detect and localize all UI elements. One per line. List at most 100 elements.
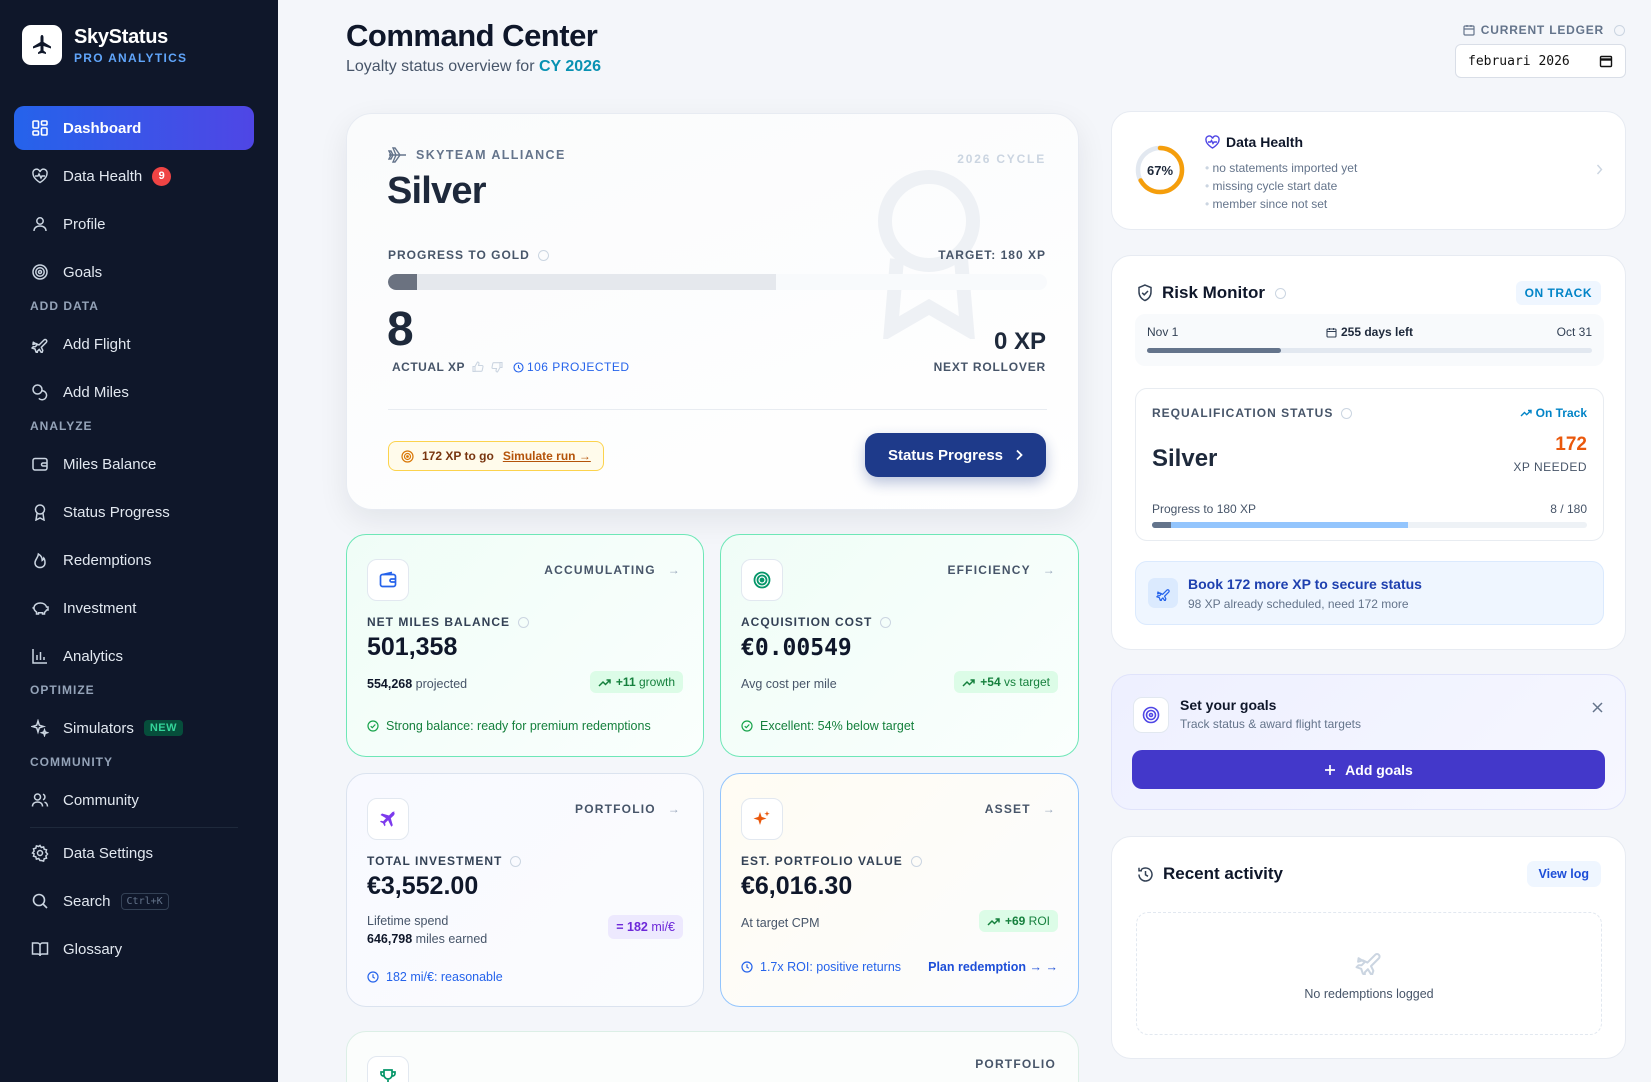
sidebar-item-add-miles[interactable]: Add Miles [14, 370, 254, 414]
sparkles-icon [30, 718, 50, 738]
sidebar-item-label: Glossary [63, 940, 123, 958]
sidebar-item-search[interactable]: Search Ctrl+K [14, 879, 254, 923]
on-track-badge: ON TRACK [1515, 281, 1601, 305]
req-status-text: On Track [1535, 406, 1587, 420]
sidebar-item-label: Profile [63, 215, 106, 233]
ledger-month-value: februari 2026 [1468, 53, 1570, 69]
req-progress-count: 8 / 180 [1550, 502, 1587, 516]
sidebar-item-goals[interactable]: Goals [14, 250, 254, 294]
target-icon [401, 449, 414, 463]
issue-text: missing cycle start date [1212, 179, 1338, 193]
sidebar-item-label: Status Progress [63, 503, 170, 521]
recent-activity-heading: Recent activity [1137, 864, 1283, 884]
portfolio-tag: PORTFOLIO [975, 1057, 1056, 1071]
trending-up-icon [1520, 409, 1532, 417]
goals-subtitle: Track status & award flight targets [1180, 717, 1361, 731]
book-icon [30, 939, 50, 959]
acquisition-cost-footer: Excellent: 54% below target [741, 719, 914, 733]
sidebar-item-label: Add Flight [63, 335, 131, 353]
portfolio-sub: At target CPM [741, 916, 820, 930]
sidebar-item-label: Analytics [63, 647, 124, 665]
gold-progress-bar [388, 274, 1047, 290]
trophy-icon [367, 1056, 409, 1082]
goals-title: Set your goals [1180, 697, 1277, 713]
add-goals-button[interactable]: Add goals [1132, 750, 1605, 789]
sidebar-item-miles-balance[interactable]: Miles Balance [14, 442, 254, 486]
status-progress-button[interactable]: Status Progress [865, 433, 1046, 477]
simulate-run-link[interactable]: Simulate run → [503, 449, 591, 463]
net-miles-card[interactable]: ACCUMULATING → NET MILES BALANCE 501,358 … [346, 534, 704, 757]
days-left: 255 days left [1135, 325, 1604, 339]
calendar-picker-icon[interactable] [1599, 54, 1613, 68]
search-shortcut: Ctrl+K [120, 892, 169, 910]
plan-redemption-text: Plan redemption → [928, 960, 1043, 974]
sidebar-item-data-health[interactable]: Data Health 9 [14, 154, 254, 198]
actual-xp-row: ACTUAL XP 106 PROJECTED [392, 360, 629, 374]
shield-icon [1137, 284, 1153, 302]
recent-activity-title: Recent activity [1163, 864, 1283, 883]
xp-to-go-text: 172 XP to go [422, 449, 494, 463]
asset-tag: ASSET → [985, 802, 1056, 816]
plane-logo-icon [22, 25, 62, 65]
label-text: ACQUISITION COST [741, 615, 873, 629]
alliance-label: SKYTEAM ALLIANCE [388, 146, 566, 164]
close-icon[interactable] [1592, 702, 1603, 713]
acquisition-cost-card[interactable]: EFFICIENCY → ACQUISITION COST €0.00549 Av… [720, 534, 1079, 757]
sidebar-item-redemptions[interactable]: Redemptions [14, 538, 254, 582]
user-icon [30, 214, 50, 234]
book-xp-callout[interactable]: Book 172 more XP to secure status 98 XP … [1135, 561, 1604, 625]
view-log-button[interactable]: View log [1526, 861, 1601, 887]
new-badge: NEW [143, 720, 184, 736]
sidebar-item-label: Redemptions [63, 551, 152, 569]
miles-earned-value: 646,798 [367, 932, 413, 946]
progress-label-text: PROGRESS TO GOLD [388, 248, 530, 262]
sidebar-item-label: Investment [63, 599, 137, 617]
brand[interactable]: SkyStatus PRO ANALYTICS [22, 25, 187, 65]
portfolio-value-card[interactable]: ASSET → EST. PORTFOLIO VALUE €6,016.30 At… [720, 773, 1079, 1007]
total-investment-label: TOTAL INVESTMENT [367, 854, 522, 868]
ledger-label: CURRENT LEDGER [1463, 23, 1625, 37]
thumbs-up-icon[interactable] [472, 361, 484, 373]
trending-up-icon [987, 917, 1000, 926]
sidebar-item-glossary[interactable]: Glossary [14, 927, 254, 971]
plan-redemption-link[interactable]: Plan redemption → → [928, 960, 1058, 974]
req-progress-text: Progress to 180 XP [1152, 502, 1257, 516]
ledger-month-input[interactable]: februari 2026 [1455, 44, 1626, 78]
plus-icon [1324, 764, 1336, 776]
nav-section-analyze: ANALYZE [30, 419, 93, 433]
sidebar-item-investment[interactable]: Investment [14, 586, 254, 630]
sidebar-item-community[interactable]: Community [14, 778, 254, 822]
accumulating-tag: ACCUMULATING → [544, 563, 681, 577]
vs-target-pill: +54 vs target [954, 671, 1058, 693]
target-icon [741, 559, 783, 601]
sidebar-item-label: Add Miles [63, 383, 129, 401]
sidebar-item-data-settings[interactable]: Data Settings [14, 831, 254, 875]
sidebar-item-status-progress[interactable]: Status Progress [14, 490, 254, 534]
growth-text: growth [638, 675, 675, 689]
clock-icon [367, 971, 379, 983]
risk-monitor-heading: Risk Monitor [1137, 283, 1286, 303]
clock-icon [741, 961, 753, 973]
sidebar-item-dashboard[interactable]: Dashboard [14, 106, 254, 150]
info-icon [1274, 287, 1286, 299]
miles-per-euro-unit: mi/€ [651, 920, 675, 934]
risk-monitor-title: Risk Monitor [1162, 283, 1265, 302]
total-investment-card[interactable]: PORTFOLIO → TOTAL INVESTMENT €3,552.00 Li… [346, 773, 704, 1007]
tag-text: EFFICIENCY [947, 563, 1031, 577]
sidebar-item-analytics[interactable]: Analytics [14, 634, 254, 678]
sidebar-item-add-flight[interactable]: Add Flight [14, 322, 254, 366]
label-text: NET MILES BALANCE [367, 615, 510, 629]
coins-icon [30, 382, 50, 402]
plane-icon [1148, 578, 1178, 608]
goals-card: Set your goals Track status & award flig… [1111, 674, 1626, 810]
sidebar-item-simulators[interactable]: Simulators NEW [14, 706, 254, 750]
thumbs-down-icon[interactable] [491, 361, 503, 373]
plane-icon [30, 334, 50, 354]
search-icon [30, 891, 50, 911]
sidebar-item-profile[interactable]: Profile [14, 202, 254, 246]
data-health-card[interactable]: 67% Data Health • no statements imported… [1111, 111, 1626, 230]
plane-outline-icon [388, 146, 408, 164]
portfolio-bottom-card[interactable]: PORTFOLIO [346, 1031, 1079, 1082]
cycle-timeline: Nov 1 255 days left Oct 31 [1135, 314, 1604, 366]
timeline-track [1147, 348, 1592, 353]
